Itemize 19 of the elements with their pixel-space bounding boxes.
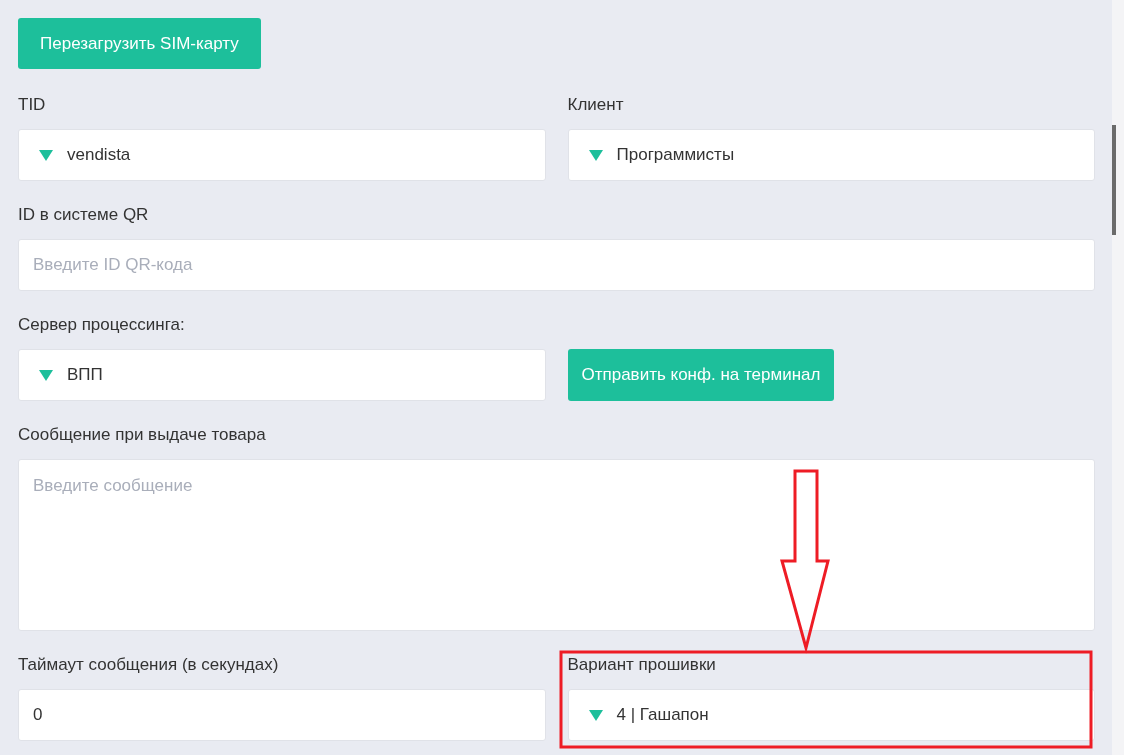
- field-label: Вариант прошивки: [567, 655, 716, 675]
- input-field[interactable]: Введите ID QR-кода: [18, 239, 1095, 291]
- field-label: Таймаут сообщения (в секундах): [18, 655, 279, 675]
- input-field[interactable]: 0: [18, 689, 546, 741]
- field-label: Сообщение при выдаче товара: [18, 425, 266, 445]
- dropdown[interactable]: 4 | Гашапон: [567, 689, 1095, 741]
- dropdown[interactable]: ВПП: [18, 349, 546, 401]
- caret-icon: [39, 149, 53, 161]
- caret-icon: [588, 149, 603, 161]
- dropdown[interactable]: Программисты: [567, 129, 1095, 181]
- scrollbar-thumb[interactable]: [1112, 125, 1116, 235]
- message-field[interactable]: Введите сообщение: [18, 459, 1095, 631]
- field-label: Клиент: [567, 95, 624, 115]
- field-label: Сервер процессинга:: [18, 315, 185, 335]
- caret-icon: [588, 709, 603, 721]
- caret-icon: [39, 369, 53, 381]
- field-label: TID: [18, 95, 46, 115]
- field-label: ID в системе QR: [18, 205, 149, 225]
- dropdown[interactable]: vendista: [18, 129, 546, 181]
